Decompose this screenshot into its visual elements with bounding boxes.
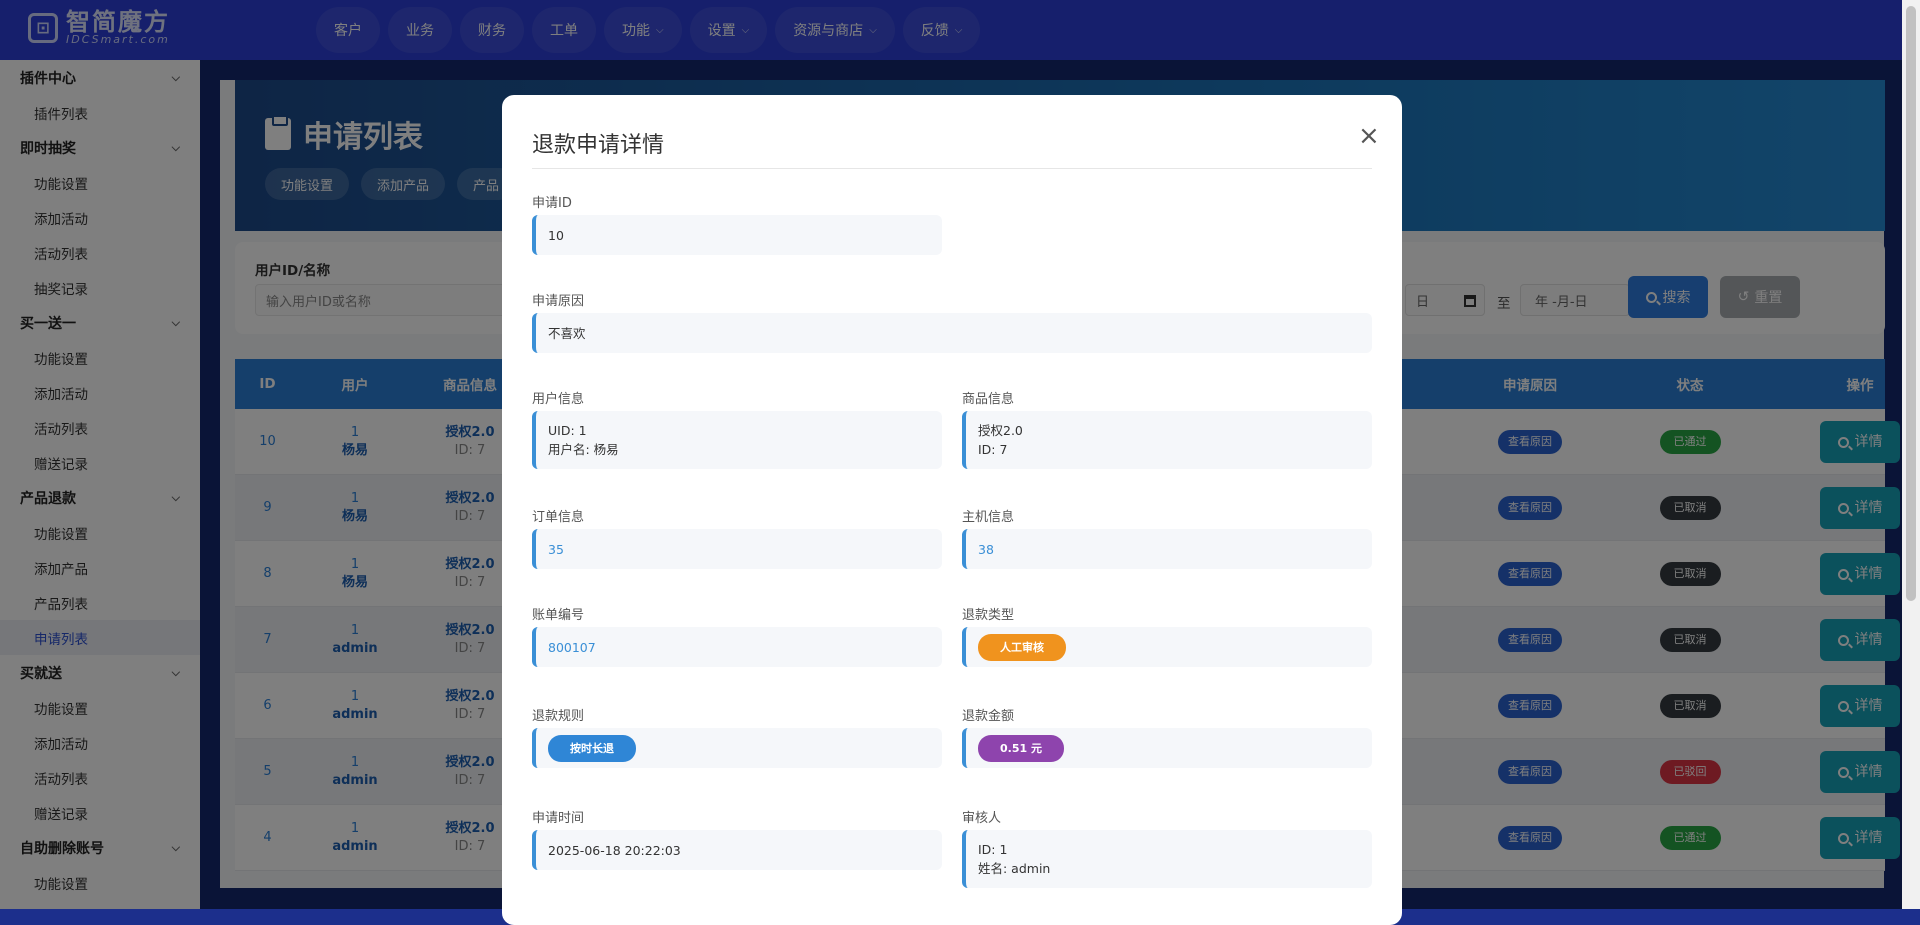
refund-type-badge: 人工审核	[978, 633, 1066, 661]
apply-time-text: 2025-06-18 20:22:03	[548, 842, 681, 858]
order-info-value: 35	[532, 529, 942, 569]
page-scrollbar[interactable]	[1902, 0, 1920, 909]
reason-label: 申请原因	[532, 294, 585, 309]
product-info-label: 商品信息	[962, 392, 1015, 407]
host-info-value: 38	[962, 529, 1372, 569]
user-name-text: 用户名: 杨易	[548, 442, 619, 457]
scrollbar-thumb[interactable]	[1906, 6, 1916, 601]
apply-id-label: 申请ID	[532, 196, 572, 211]
user-info-value: UID: 1 用户名: 杨易	[532, 411, 942, 469]
refund-type-value: 人工审核	[962, 627, 1372, 667]
product-info-value: 授权2.0 ID: 7	[962, 411, 1372, 469]
refund-rule-badge: 按时长退	[548, 734, 636, 762]
user-info-label: 用户信息	[532, 392, 585, 407]
refund-amount-badge: 0.51 元	[978, 734, 1064, 762]
reason-value: 不喜欢	[532, 313, 1372, 353]
order-link[interactable]: 35	[548, 540, 930, 559]
reviewer-name-text: 姓名: admin	[978, 861, 1051, 876]
refund-rule-label: 退款规则	[532, 709, 585, 724]
order-info-label: 订单信息	[532, 510, 585, 525]
bill-no-value: 800107	[532, 627, 942, 667]
product-name-text: 授权2.0	[978, 423, 1023, 438]
refund-type-label: 退款类型	[962, 608, 1015, 623]
refund-detail-modal: 退款申请详情 × 申请ID 10 申请原因 不喜欢 用户信息 UID: 1 用户…	[502, 95, 1402, 925]
reviewer-label: 审核人	[962, 811, 1002, 826]
modal-divider	[532, 168, 1372, 169]
refund-rule-value: 按时长退	[532, 728, 942, 768]
refund-amount-label: 退款金额	[962, 709, 1015, 724]
apply-id-text: 10	[548, 227, 564, 243]
host-info-label: 主机信息	[962, 510, 1015, 525]
apply-id-value: 10	[532, 215, 942, 255]
bill-no-label: 账单编号	[532, 608, 585, 623]
apply-time-value: 2025-06-18 20:22:03	[532, 830, 942, 870]
close-icon[interactable]: ×	[1358, 121, 1380, 151]
refund-amount-value: 0.51 元	[962, 728, 1372, 768]
user-uid-text: UID: 1	[548, 423, 587, 438]
bill-link[interactable]: 800107	[548, 638, 930, 657]
host-link[interactable]: 38	[978, 540, 1360, 559]
reviewer-value: ID: 1 姓名: admin	[962, 830, 1372, 888]
apply-time-label: 申请时间	[532, 811, 585, 826]
reason-text: 不喜欢	[548, 325, 586, 341]
reviewer-id-text: ID: 1	[978, 842, 1008, 857]
product-id-text: ID: 7	[978, 442, 1008, 457]
modal-title: 退款申请详情	[532, 133, 665, 158]
